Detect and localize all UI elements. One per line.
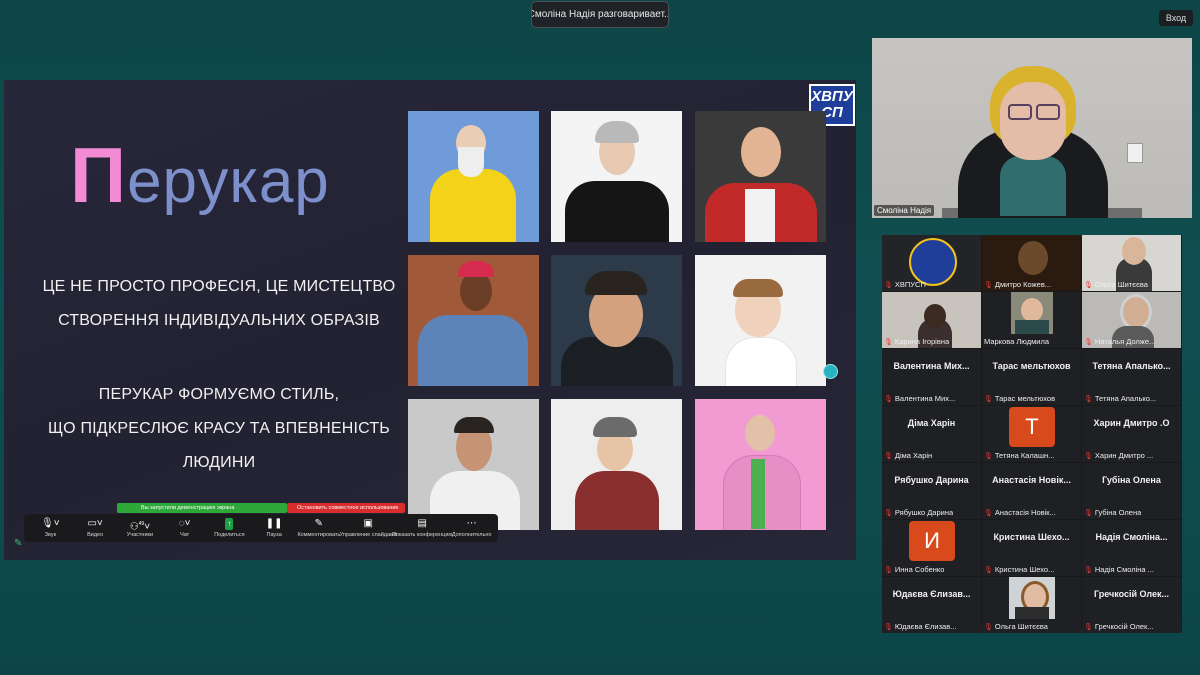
slides-control-button[interactable]: ▣ Управление слайдами xyxy=(340,518,397,538)
meeting-toolbar: 🎙︎˅ Звук ▭˅ Видео ⚇49˅ Участники ◌˅ Чат … xyxy=(24,514,498,542)
participants-button[interactable]: ⚇49˅ Участники xyxy=(118,518,163,538)
annotate-button[interactable]: ✎ Комментировать xyxy=(297,518,342,538)
mic-off-icon: 🎙︎ xyxy=(984,509,993,517)
mic-off-icon: 🎙︎ xyxy=(1084,395,1093,403)
slide-nav-dot[interactable] xyxy=(823,364,838,379)
slide-line-5: ЛЮДИНИ xyxy=(182,454,256,471)
photo-boy-beanie xyxy=(551,399,682,530)
photo-sunglasses-man xyxy=(551,255,682,386)
slides-icon: ▣ xyxy=(363,518,373,529)
sharing-status-banner: Вы запустили демонстрацию экрана xyxy=(117,503,287,513)
participant-tile[interactable]: 🎙︎ ХВПУСП xyxy=(882,235,981,291)
participant-tile[interactable]: Анастасія Новік... 🎙︎ Анастасія Новік... xyxy=(982,463,1081,519)
photo-suspenders-man xyxy=(408,399,539,530)
speaker-name: Смоліна Надія xyxy=(874,205,935,216)
mic-off-icon: 🎙︎ xyxy=(884,452,893,460)
participant-tile[interactable]: Кристина Шехо... 🎙︎ Кристина Шехо... xyxy=(982,520,1081,576)
mic-off-icon: 🎙︎ xyxy=(984,395,993,403)
mic-off-icon: 🎙︎ xyxy=(1084,623,1093,631)
participant-tile[interactable]: 🎙︎ Наталья Долже... xyxy=(1082,292,1181,348)
camera-icon: ▭˅ xyxy=(87,518,103,529)
show-meeting-button[interactable]: ▤ Показать конференцию xyxy=(392,518,453,538)
logo-top-text: ХВПУ xyxy=(811,88,853,105)
participant-tile[interactable]: 🎙︎ Дмитро Кожев... xyxy=(982,235,1081,291)
share-button[interactable]: ↑ Поделиться xyxy=(207,518,252,538)
mic-off-icon: 🎙︎ xyxy=(984,452,993,460)
participants-gallery: 🎙︎ ХВПУСП 🎙︎ Дмитро Кожев... 🎙︎ Ольга Шитєє… xyxy=(882,235,1182,633)
mic-off-icon: 🎙︎ xyxy=(984,566,993,574)
participant-tile[interactable]: Губіна Олена 🎙︎ Губіна Олена xyxy=(1082,463,1181,519)
mic-off-icon: 🎙︎ xyxy=(1084,509,1093,517)
title-rest: ерукар xyxy=(127,147,330,216)
slide-line-2: СТВОРЕННЯ ІНДИВІДУАЛЬНИХ ОБРАЗІВ xyxy=(58,312,380,329)
avatar: И xyxy=(909,521,955,561)
mic-off-icon: 🎙︎ xyxy=(984,623,993,631)
mic-off-icon: 🎙︎ xyxy=(1084,338,1093,346)
participant-tile[interactable]: Надія Смоліна... 🎙︎ Надія Смоліна ... xyxy=(1082,520,1181,576)
share-icon: ↑ xyxy=(225,518,234,530)
pause-icon: ❚❚ xyxy=(265,518,283,529)
participants-count: 49 xyxy=(138,521,145,527)
mic-off-icon: 🎙︎ xyxy=(884,395,893,403)
title-first-letter: П xyxy=(70,131,128,219)
photo-braids-girl xyxy=(695,255,826,386)
participant-tile[interactable]: Гречкосій Олек... 🎙︎ Гречкосій Олек... xyxy=(1082,577,1181,633)
pencil-icon[interactable]: ✎ xyxy=(14,538,22,549)
mic-off-icon: 🎙︎ xyxy=(984,281,993,289)
more-button[interactable]: ⋯ Дополнительно xyxy=(449,518,494,538)
mic-off-icon: 🎙︎ xyxy=(884,623,893,631)
participants-icon: ⚇49˅ xyxy=(129,521,151,533)
chat-icon: ◌˅ xyxy=(178,518,191,529)
photo-yellow-suit-man xyxy=(408,111,539,242)
mic-off-icon: 🎙︎ xyxy=(884,338,893,346)
slide-line-3: ПЕРУКАР ФОРМУЄМО СТИЛЬ, xyxy=(98,386,340,403)
participant-tile[interactable]: Т 🎙︎ Тетяна Калашн... xyxy=(982,406,1081,462)
mic-off-icon: 🎙︎ xyxy=(1084,452,1093,460)
participant-tile[interactable]: Валентина Мих... 🎙︎ Валентина Мих... xyxy=(882,349,981,405)
audio-button[interactable]: 🎙︎˅ Звук xyxy=(28,518,73,538)
college-emblem-icon xyxy=(909,238,957,286)
mic-off-icon: 🎙︎ xyxy=(1084,566,1093,574)
stop-share-button[interactable]: Остановить совместное использование xyxy=(287,503,405,513)
avatar: Т xyxy=(1009,407,1055,447)
participant-tile[interactable]: Діма Харін 🎙︎ Діма Харін xyxy=(882,406,981,462)
mic-off-icon: 🎙︎ xyxy=(884,566,893,574)
mic-off-icon: 🎙︎ xyxy=(1084,281,1093,289)
speaker-video[interactable]: Смоліна Надія xyxy=(872,38,1192,218)
participant-tile[interactable]: Юдаєва Єлизав... 🎙︎ Юдаєва Єлизав... xyxy=(882,577,981,633)
participant-tile[interactable]: 🎙︎ Ольга Шитєєва xyxy=(982,577,1081,633)
photo-red-jacket-man xyxy=(695,111,826,242)
pause-button[interactable]: ❚❚ Пауза xyxy=(252,518,297,538)
shared-screen-slide: Перукар ЦЕ НЕ ПРОСТО ПРОФЕСІЯ, ЦЕ МИСТЕЦ… xyxy=(4,80,856,560)
chat-button[interactable]: ◌˅ Чат xyxy=(162,518,207,538)
exit-button[interactable]: Вход xyxy=(1159,10,1193,26)
slide-line-1: ЦЕ НЕ ПРОСТО ПРОФЕСІЯ, ЦЕ МИСТЕЦТВО xyxy=(42,278,396,295)
participant-tile[interactable]: Маркова Людмила xyxy=(982,292,1081,348)
show-meeting-icon: ▤ xyxy=(417,518,427,529)
slide-title: Перукар xyxy=(70,130,330,221)
mic-off-icon: 🎙︎ xyxy=(884,281,893,289)
participant-tile[interactable]: 🎙︎ Карина Ігорівна xyxy=(882,292,981,348)
photo-denim-woman xyxy=(408,255,539,386)
participant-tile[interactable]: 🎙︎ Ольга Шитєєва xyxy=(1082,235,1181,291)
participant-tile[interactable]: Рябушко Дарина 🎙︎ Рябушко Дарина xyxy=(882,463,981,519)
mic-off-icon: 🎙︎ xyxy=(884,509,893,517)
photo-pink-suit-grandma xyxy=(695,399,826,530)
participant-tile[interactable]: Тетяна Апалько... 🎙︎ Тетяна Апалько... xyxy=(1082,349,1181,405)
participant-tile[interactable]: И 🎙︎ Инна Собенко xyxy=(882,520,981,576)
mic-icon: 🎙︎˅ xyxy=(41,518,60,529)
annotate-icon: ✎ xyxy=(314,518,324,529)
slide-line-4: ЩО ПІДКРЕСЛЮЄ КРАСУ ТА ВПЕВНЕНІСТЬ xyxy=(47,420,391,437)
photo-silver-hair-woman xyxy=(551,111,682,242)
more-icon: ⋯ xyxy=(466,518,477,529)
participant-tile[interactable]: Тарас мельтюхов 🎙︎ Тарас мельтюхов xyxy=(982,349,1081,405)
participant-tile[interactable]: Харин Дмитро .О 🎙︎ Харин Дмитро ... xyxy=(1082,406,1181,462)
video-button[interactable]: ▭˅ Видео xyxy=(73,518,118,538)
active-speaker-banner: Смоліна Надія разговаривает... xyxy=(531,1,669,28)
